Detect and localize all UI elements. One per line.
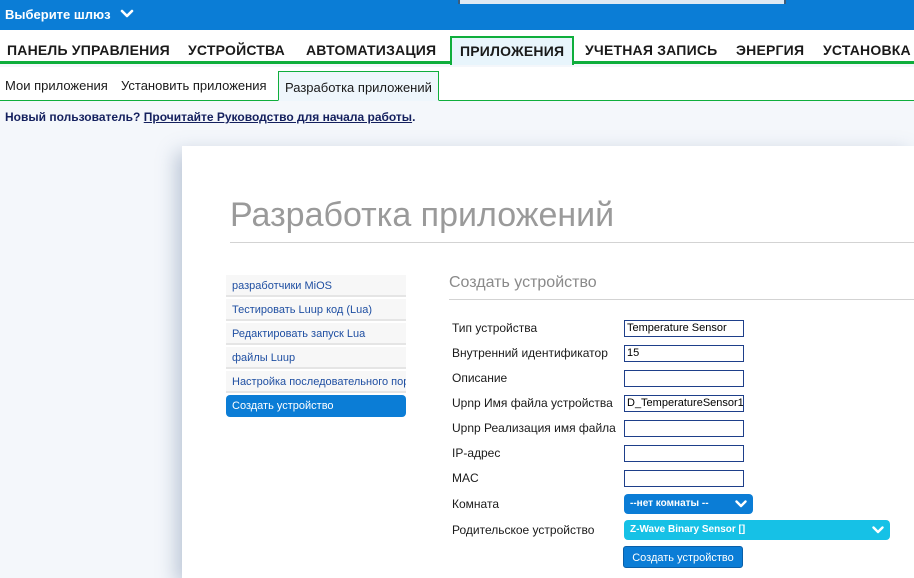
left-nav-edit-startup-lua[interactable]: Редактировать запуск Lua bbox=[226, 323, 406, 345]
upnp-device-file-label: Upnp Имя файла устройства bbox=[452, 396, 613, 410]
left-nav-test-luup-code[interactable]: Тестировать Luup код (Lua) bbox=[226, 299, 406, 321]
mac-label: MAC bbox=[452, 471, 479, 485]
top-search-strip bbox=[458, 0, 786, 4]
upnp-impl-file-label: Upnp Реализация имя файла bbox=[452, 421, 616, 435]
sub-nav-my-apps[interactable]: Мои приложения bbox=[5, 78, 108, 93]
upnp-impl-file-input[interactable] bbox=[624, 420, 744, 437]
form-title-divider bbox=[449, 299, 914, 300]
main-nav-devices[interactable]: УСТРОЙСТВА bbox=[188, 42, 285, 58]
left-nav-serial-port-config[interactable]: Настройка последовательного порта bbox=[226, 371, 406, 393]
top-bar: Выберите шлюз bbox=[0, 0, 914, 30]
main-navigation: ПАНЕЛЬ УПРАВЛЕНИЯ УСТРОЙСТВА АВТОМАТИЗАЦ… bbox=[0, 30, 914, 65]
notice-suffix: . bbox=[412, 110, 416, 124]
title-divider bbox=[230, 242, 914, 243]
left-nav-create-device[interactable]: Создать устройство bbox=[226, 395, 406, 417]
internal-id-input[interactable]: 15 bbox=[624, 345, 744, 362]
sub-navigation: Мои приложения Установить приложения Раз… bbox=[0, 67, 914, 101]
parent-device-select-value: Z-Wave Binary Sensor [] bbox=[630, 524, 746, 535]
sub-nav-develop-apps[interactable]: Разработка приложений bbox=[278, 71, 439, 101]
ip-address-input[interactable] bbox=[624, 445, 744, 462]
left-nav-luup-files[interactable]: файлы Luup bbox=[226, 347, 406, 369]
main-nav-account[interactable]: УЧЕТНАЯ ЗАПИСЬ bbox=[585, 42, 717, 58]
main-nav-setup[interactable]: УСТАНОВКА bbox=[823, 42, 911, 58]
device-type-label: Тип устройства bbox=[452, 321, 538, 335]
device-type-input[interactable]: Temperature Sensor bbox=[624, 320, 744, 337]
new-user-notice: Новый пользователь? Прочитайте Руководст… bbox=[5, 110, 415, 124]
internal-id-label: Внутренний идентификатор bbox=[452, 346, 608, 360]
main-nav-automation[interactable]: АВТОМАТИЗАЦИЯ bbox=[306, 42, 436, 58]
page-title: Разработка приложений bbox=[230, 196, 615, 234]
chevron-down-icon bbox=[872, 526, 884, 534]
description-input[interactable] bbox=[624, 370, 744, 387]
sub-nav-install-apps[interactable]: Установить приложения bbox=[121, 78, 267, 93]
develop-apps-panel: Разработка приложений разработчики MiOS … bbox=[182, 146, 914, 578]
description-label: Описание bbox=[452, 371, 508, 385]
ip-address-label: IP-адрес bbox=[452, 446, 501, 460]
main-nav-apps[interactable]: ПРИЛОЖЕНИЯ bbox=[450, 36, 575, 65]
main-nav-energy[interactable]: ЭНЕРГИЯ bbox=[736, 42, 804, 58]
chevron-down-icon[interactable] bbox=[120, 7, 134, 21]
room-label: Комната bbox=[452, 497, 499, 511]
main-nav-dashboard[interactable]: ПАНЕЛЬ УПРАВЛЕНИЯ bbox=[7, 42, 170, 58]
notice-text: Новый пользователь? bbox=[5, 110, 141, 124]
chevron-down-icon bbox=[735, 500, 747, 508]
room-select-value: --нет комнаты -- bbox=[630, 498, 709, 509]
left-nav-mios-developers[interactable]: разработчики MiOS bbox=[226, 275, 406, 297]
getting-started-link[interactable]: Прочитайте Руководство для начала работы bbox=[144, 110, 412, 124]
parent-device-select[interactable]: Z-Wave Binary Sensor [] bbox=[624, 520, 890, 540]
mac-input[interactable] bbox=[624, 470, 744, 487]
form-title: Создать устройство bbox=[449, 274, 597, 291]
parent-device-label: Родительское устройство bbox=[452, 523, 595, 537]
room-select[interactable]: --нет комнаты -- bbox=[624, 494, 753, 514]
create-device-button[interactable]: Создать устройство bbox=[623, 546, 743, 568]
upnp-device-file-input[interactable]: D_TemperatureSensor1.xml bbox=[624, 395, 744, 412]
gateway-selector-label[interactable]: Выберите шлюз bbox=[5, 7, 111, 22]
